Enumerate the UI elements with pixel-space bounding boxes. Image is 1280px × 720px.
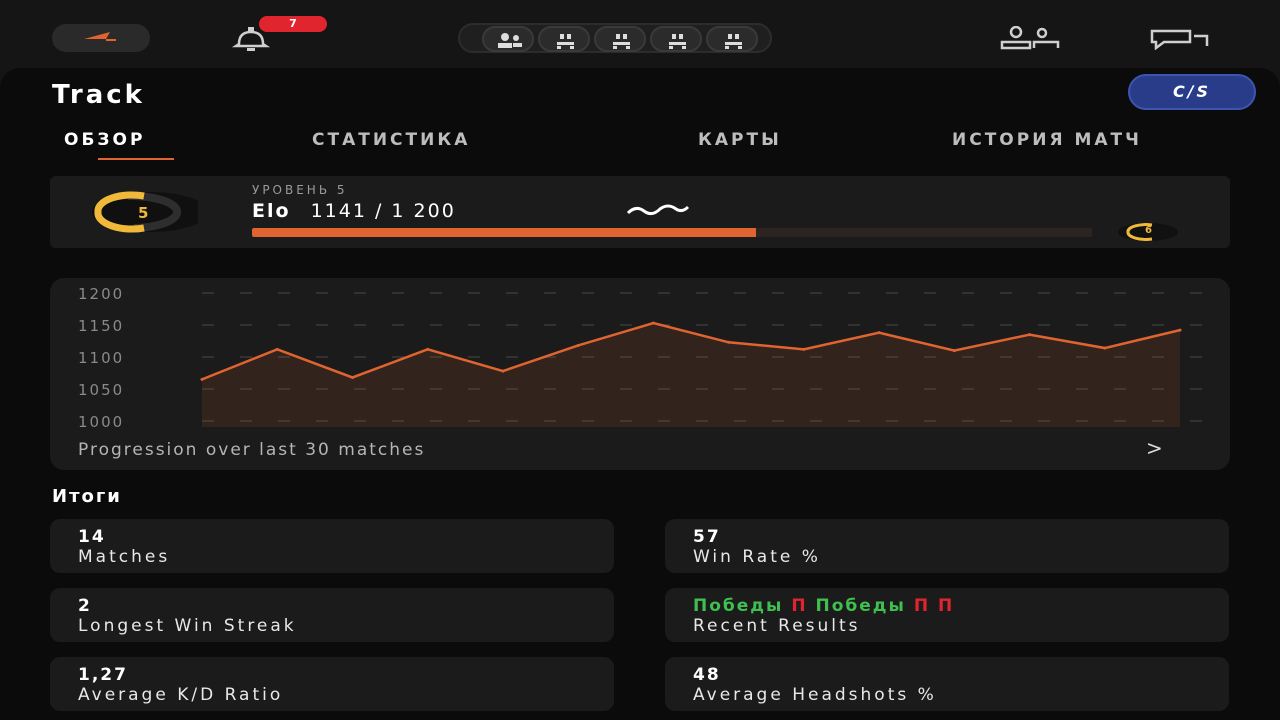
level-ring-icon <box>92 191 198 233</box>
stat-value: 14 <box>78 527 106 547</box>
party-slot[interactable] <box>706 26 758 52</box>
tab-active-indicator <box>98 158 174 160</box>
game-badge[interactable]: C∕S <box>1128 74 1256 110</box>
data-point <box>651 321 655 325</box>
stat-value: 2 <box>78 596 92 616</box>
stat-label: Average K/D Ratio <box>78 685 284 705</box>
elo-trend-icon <box>626 204 690 216</box>
home-button[interactable] <box>52 24 150 52</box>
stat-card-win-rate: 57 Win Rate % <box>665 519 1229 573</box>
level-label: УРОВЕНЬ 5 <box>252 183 348 197</box>
stat-label: Win Rate % <box>693 547 821 567</box>
party-slot[interactable] <box>650 26 702 52</box>
party-slot-icon <box>669 34 686 49</box>
stat-value: 48 <box>693 665 721 685</box>
level-number: 5 <box>138 204 149 222</box>
elo-chart-card[interactable]: 1200 1150 1100 1050 1000 Progression over la… <box>50 278 1230 470</box>
y-tick-label: 1050 <box>78 381 124 399</box>
result-win: Победы <box>815 596 906 616</box>
stat-card-matches: 14 Matches <box>50 519 614 573</box>
data-point <box>426 347 430 351</box>
y-tick-label: 1150 <box>78 317 124 335</box>
data-point <box>350 375 354 379</box>
stat-label: Average Headshots % <box>693 685 937 705</box>
stat-card-kd-ratio: 1,27 Average K/D Ratio <box>50 657 614 711</box>
elo-progress-bar <box>252 228 1092 237</box>
y-tick-label: 1200 <box>78 285 124 303</box>
stat-label: Longest Win Streak <box>78 616 297 636</box>
stat-label: Matches <box>78 547 171 567</box>
tab-statistics[interactable]: СТАТИСТИКА <box>312 130 470 150</box>
data-point <box>501 369 505 373</box>
party-slot[interactable] <box>594 26 646 52</box>
chevron-right-icon[interactable]: > <box>1146 436 1163 460</box>
tab-match-history[interactable]: ИСТОРИЯ МАТЧ <box>952 130 1142 150</box>
y-tick-label: 1100 <box>78 349 124 367</box>
stat-card-headshots: 48 Average Headshots % <box>665 657 1229 711</box>
party-slot-icon <box>498 33 522 48</box>
friends-icon[interactable] <box>996 26 1062 50</box>
chat-icon[interactable] <box>1150 28 1210 50</box>
stat-label: Recent Results <box>693 616 861 636</box>
chart-caption: Progression over last 30 matches <box>78 440 426 460</box>
elo-value: 1141 / 1 200 <box>310 200 456 222</box>
data-point <box>952 349 956 353</box>
data-point <box>1103 346 1107 350</box>
party-slot-icon <box>557 34 574 49</box>
stat-card-recent-results: Победы П Победы П П Recent Results <box>665 588 1229 642</box>
notification-badge: 7 <box>259 16 327 32</box>
level-card: 5 УРОВЕНЬ 5 Elo 1141 / 1 200 6 <box>50 176 1230 248</box>
result-loss: П <box>791 596 808 616</box>
data-point <box>200 377 204 381</box>
summary-title: Итоги <box>52 486 122 507</box>
data-point <box>802 347 806 351</box>
party-slots <box>458 23 772 53</box>
next-level-badge: 6 <box>1116 222 1180 242</box>
tab-overview[interactable]: ОБЗОР <box>64 130 145 150</box>
recent-results: Победы П Победы П П <box>693 596 954 616</box>
stat-value: 1,27 <box>78 665 128 685</box>
app-logo-icon <box>84 32 116 41</box>
elo-progress-fill <box>252 228 756 237</box>
result-win: Победы <box>693 596 784 616</box>
party-slot-icon <box>725 34 742 49</box>
party-slot[interactable] <box>538 26 590 52</box>
top-bar: 7 <box>0 0 1280 72</box>
tab-maps[interactable]: КАРТЫ <box>698 130 782 150</box>
result-loss: П <box>913 596 931 616</box>
stat-card-win-streak: 2 Longest Win Streak <box>50 588 614 642</box>
data-point <box>727 340 731 344</box>
result-loss: П <box>938 596 955 616</box>
page-title: Track <box>52 80 145 110</box>
stat-value: 57 <box>693 527 721 547</box>
next-level-number: 6 <box>1145 225 1152 236</box>
y-tick-label: 1000 <box>78 413 124 431</box>
data-point <box>576 343 580 347</box>
party-slot[interactable] <box>482 26 534 52</box>
elo-row: Elo 1141 / 1 200 <box>252 200 456 222</box>
data-point <box>275 347 279 351</box>
elo-label: Elo <box>252 200 291 222</box>
party-slot-icon <box>613 34 630 49</box>
data-point <box>877 331 881 335</box>
data-point <box>1028 333 1032 337</box>
data-point <box>1178 328 1182 332</box>
